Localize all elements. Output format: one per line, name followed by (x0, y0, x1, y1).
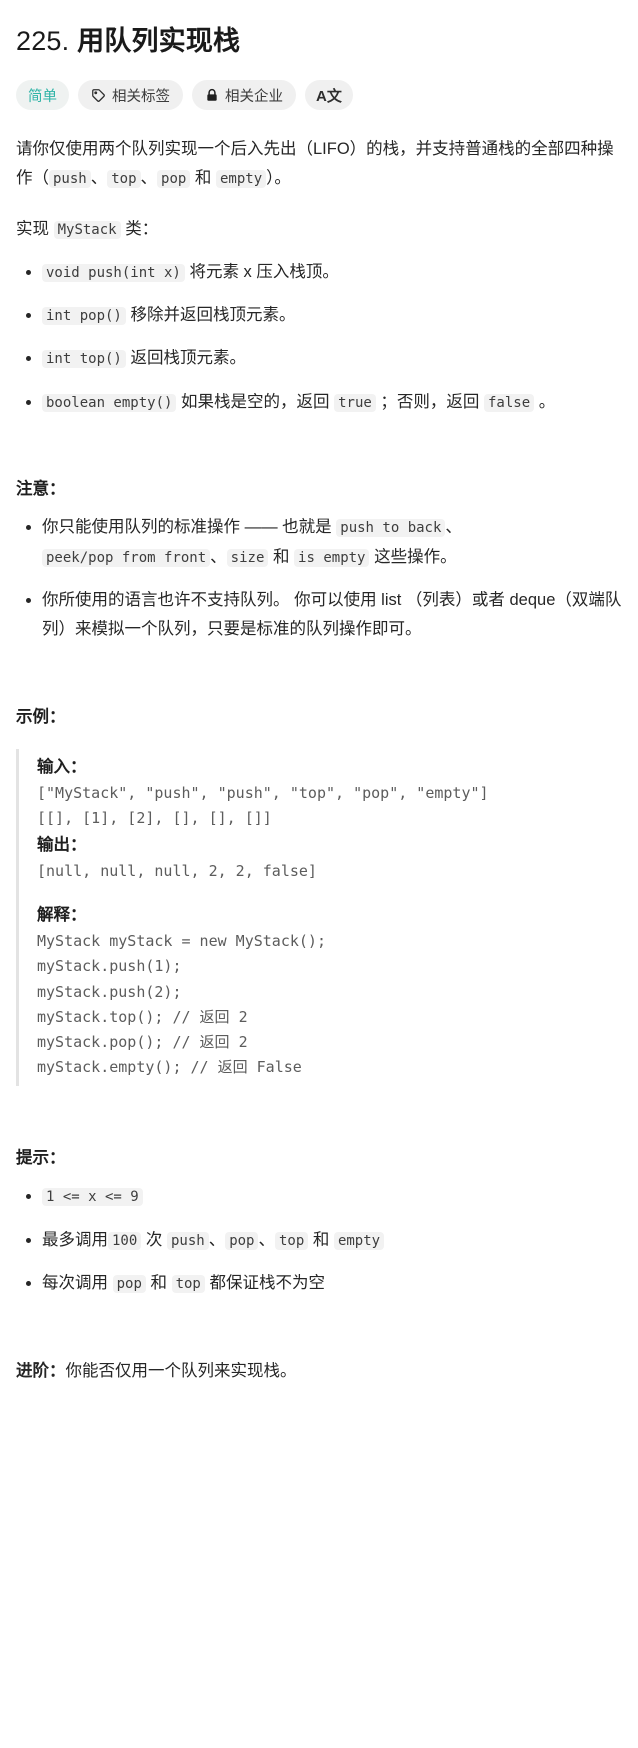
list-item: void push(int x) 将元素 x 压入栈顶。 (26, 258, 622, 287)
note-and: 和 (268, 547, 295, 566)
hint-sep-1: 、 (208, 1230, 226, 1249)
list-item: 你所使用的语言也许不支持队列。 你可以使用 list （列表）或者 deque（… (26, 586, 622, 645)
hints-list: 1 <= x <= 9 最多调用 100 次 push、 pop、 top 和 emp… (16, 1182, 622, 1298)
method-desc-1: 如果栈是空的，返回 (176, 392, 335, 411)
explanation-lines: MyStack myStack = new MyStack(); myStack… (37, 932, 326, 1077)
code-peek-pop-from-front: peek/pop from front (42, 548, 211, 567)
code-boolean-empty: boolean empty() (42, 393, 177, 412)
note-text-2: 这些操作。 (369, 547, 457, 566)
hint-sep-2: 、 (258, 1230, 275, 1249)
hint-and: 和 (308, 1230, 334, 1249)
list-item: boolean empty() 如果栈是空的，返回 true ；否则，返回 fa… (26, 388, 622, 417)
code-100: 100 (108, 1231, 142, 1250)
list-item: 每次调用 pop 和 top 都保证栈不为空 (26, 1269, 622, 1298)
code-int-pop: int pop() (42, 307, 126, 326)
implement-paragraph: 实现 MyStack 类： (16, 215, 622, 244)
method-desc: 返回栈顶元素。 (125, 349, 246, 368)
intro-text-2: ）。 (266, 168, 291, 187)
list-item: 1 <= x <= 9 (26, 1182, 622, 1211)
example-block: 输入： ["MyStack", "push", "push", "top", "… (16, 748, 622, 1087)
followup-paragraph: 进阶：你能否仅用一个队列来实现栈。 (16, 1357, 622, 1386)
code-constraint-x: 1 <= x <= 9 (42, 1188, 143, 1207)
method-desc-3: 。 (534, 392, 556, 411)
code-void-push: void push(int x) (42, 263, 185, 282)
problem-page: 225. 用队列实现栈 简单 相关标签 相关企业 A文 请你仅使用两个队列实现一… (0, 0, 638, 1409)
notes-heading: 注意： (16, 480, 66, 499)
explanation-label: 解释： (37, 906, 87, 925)
implement-suffix: 类： (120, 219, 159, 238)
page-title: 225. 用队列实现栈 (16, 24, 622, 59)
code-size: size (226, 548, 269, 567)
code-pop: pop (112, 1275, 146, 1294)
hint-text-2: 都保证栈不为空 (204, 1274, 325, 1293)
list-item: 你只能使用队列的标准操作 —— 也就是 push to back 、peek/po… (26, 513, 622, 572)
code-top: top (107, 169, 141, 188)
related-companies-label: 相关企业 (225, 88, 283, 105)
tag-icon (91, 88, 106, 103)
code-int-top: int top() (42, 350, 126, 369)
followup-text: 你能否仅用一个队列来实现栈。 (65, 1361, 297, 1380)
output-line: [null, null, null, 2, 2, false] (37, 862, 317, 881)
code-top: top (171, 1275, 205, 1294)
code-empty: empty (215, 169, 267, 188)
method-desc: 将元素 x 压入栈顶。 (184, 262, 339, 281)
code-false: false (484, 393, 535, 412)
code-mystack: MyStack (53, 220, 121, 239)
method-desc-2: ；否则，返回 (375, 392, 484, 411)
intro-paragraph: 请你仅使用两个队列实现一个后入先出（LIFO）的栈，并支持普通栈的全部四种操作（… (16, 135, 622, 193)
code-true: true (334, 393, 376, 412)
intro-sep-2: 、 (140, 168, 158, 187)
hint-text-2: 次 (141, 1230, 167, 1249)
output-label: 输出： (37, 836, 87, 855)
related-tags-button[interactable]: 相关标签 (78, 80, 183, 111)
code-push: push (49, 169, 91, 188)
code-pop: pop (225, 1231, 259, 1250)
list-item: int top() 返回栈顶元素。 (26, 344, 622, 373)
input-label: 输入： (37, 757, 87, 776)
code-empty: empty (333, 1231, 385, 1250)
notes-list: 你只能使用队列的标准操作 —— 也就是 push to back 、peek/po… (16, 513, 622, 644)
badge-row: 简单 相关标签 相关企业 A文 (16, 80, 622, 111)
hint-text-1: 最多调用 (42, 1230, 108, 1249)
difficulty-badge[interactable]: 简单 (16, 80, 69, 111)
code-push: push (166, 1231, 209, 1250)
code-is-empty: is empty (294, 548, 370, 567)
list-item: int pop() 移除并返回栈顶元素。 (26, 301, 622, 330)
intro-and: 和 (190, 168, 216, 187)
hint-text-1: 每次调用 (42, 1274, 113, 1293)
list-item: 最多调用 100 次 push、 pop、 top 和 empty (26, 1226, 622, 1255)
hints-heading: 提示： (16, 1149, 66, 1168)
note-sep-2: 、 (210, 547, 227, 566)
translate-icon: A文 (316, 87, 342, 105)
difficulty-label: 简单 (28, 88, 57, 105)
note-text-1: 你只能使用队列的标准操作 —— 也就是 (42, 518, 337, 537)
problem-title-text: 用队列实现栈 (77, 26, 241, 56)
example-heading: 示例： (16, 707, 66, 726)
code-push-to-back: push to back (336, 519, 446, 538)
related-companies-button[interactable]: 相关企业 (192, 80, 296, 111)
note-sep-1: 、 (445, 518, 462, 537)
intro-sep-1: 、 (90, 168, 108, 187)
followup-label: 进阶： (16, 1361, 66, 1380)
translate-button[interactable]: A文 (305, 80, 353, 111)
hint-and: 和 (145, 1274, 172, 1293)
methods-list: void push(int x) 将元素 x 压入栈顶。 int pop() 移… (16, 258, 622, 417)
lock-icon (205, 88, 219, 103)
implement-prefix: 实现 (16, 219, 54, 238)
code-pop: pop (157, 169, 191, 188)
problem-number: 225. (16, 26, 70, 56)
input-line-1: ["MyStack", "push", "push", "top", "pop"… (37, 783, 489, 802)
method-desc: 移除并返回栈顶元素。 (125, 306, 296, 325)
related-tags-label: 相关标签 (112, 88, 170, 105)
input-line-2: [[], [1], [2], [], [], []] (37, 808, 272, 827)
code-top: top (274, 1231, 309, 1250)
